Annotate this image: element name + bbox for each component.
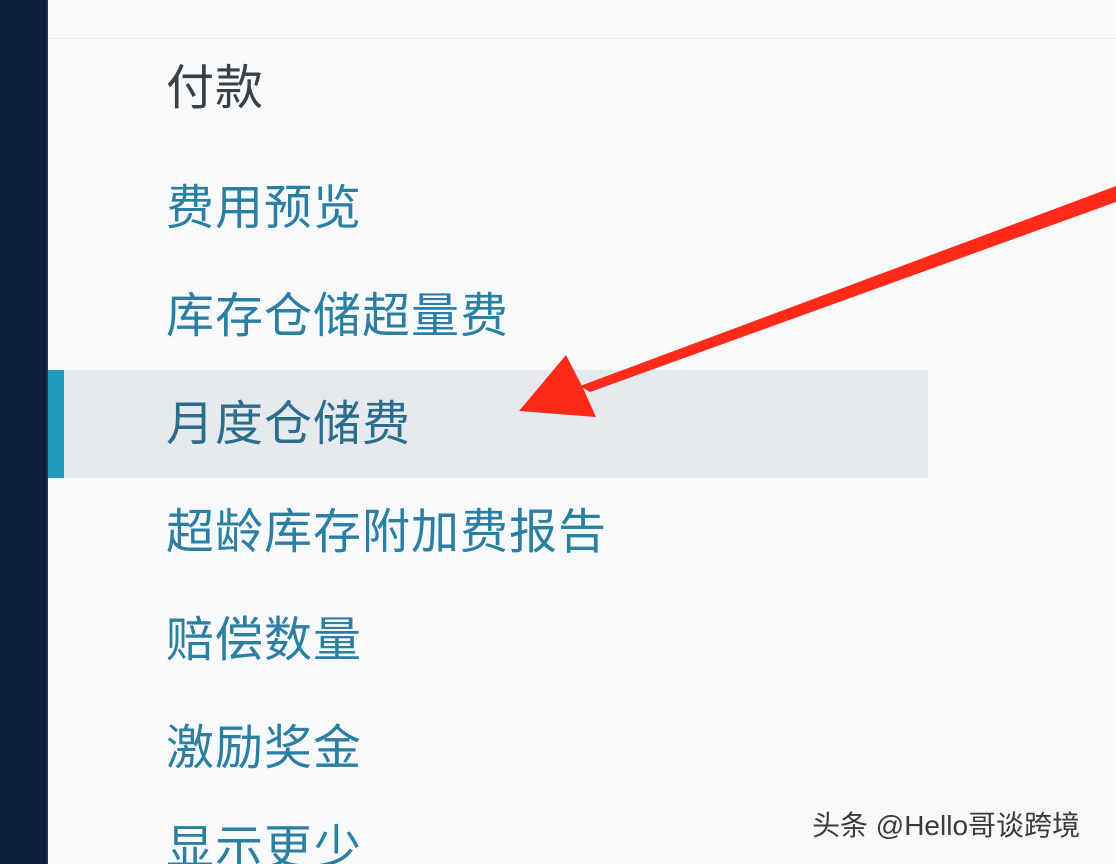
menu-item-show-less[interactable]: 显示更少 (48, 794, 928, 864)
menu-item-label: 激励奖金 (166, 720, 363, 776)
app-screen: 付款 费用预览 库存仓储超量费 月度仓储费 超龄库存附加费报告 赔偿数量 激励奖… (0, 0, 1116, 864)
menu-item-label: 显示更少 (166, 820, 363, 864)
section-title-payments: 付款 (166, 60, 265, 116)
menu-item-reimbursement-quantity[interactable]: 赔偿数量 (48, 586, 928, 694)
menu-item-label: 库存仓储超量费 (166, 288, 510, 344)
menu-item-inventory-storage-overage-fee[interactable]: 库存仓储超量费 (48, 262, 928, 370)
menu-item-fee-preview[interactable]: 费用预览 (48, 154, 928, 262)
menu-item-aged-inventory-surcharge-report[interactable]: 超龄库存附加费报告 (48, 478, 928, 586)
menu-item-incentive-bonus[interactable]: 激励奖金 (48, 694, 928, 802)
menu-item-label: 费用预览 (166, 180, 363, 236)
payments-menu-panel: 付款 费用预览 库存仓储超量费 月度仓储费 超龄库存附加费报告 赔偿数量 激励奖… (48, 0, 1116, 864)
menu-item-label: 月度仓储费 (166, 396, 412, 452)
menu-item-monthly-storage-fee[interactable]: 月度仓储费 (48, 370, 928, 478)
menu-item-label: 超龄库存附加费报告 (166, 504, 608, 560)
watermark-text: 头条 @Hello哥谈跨境 (812, 810, 1081, 841)
left-navigation-rail (0, 0, 48, 864)
menu-item-label: 赔偿数量 (166, 612, 363, 668)
